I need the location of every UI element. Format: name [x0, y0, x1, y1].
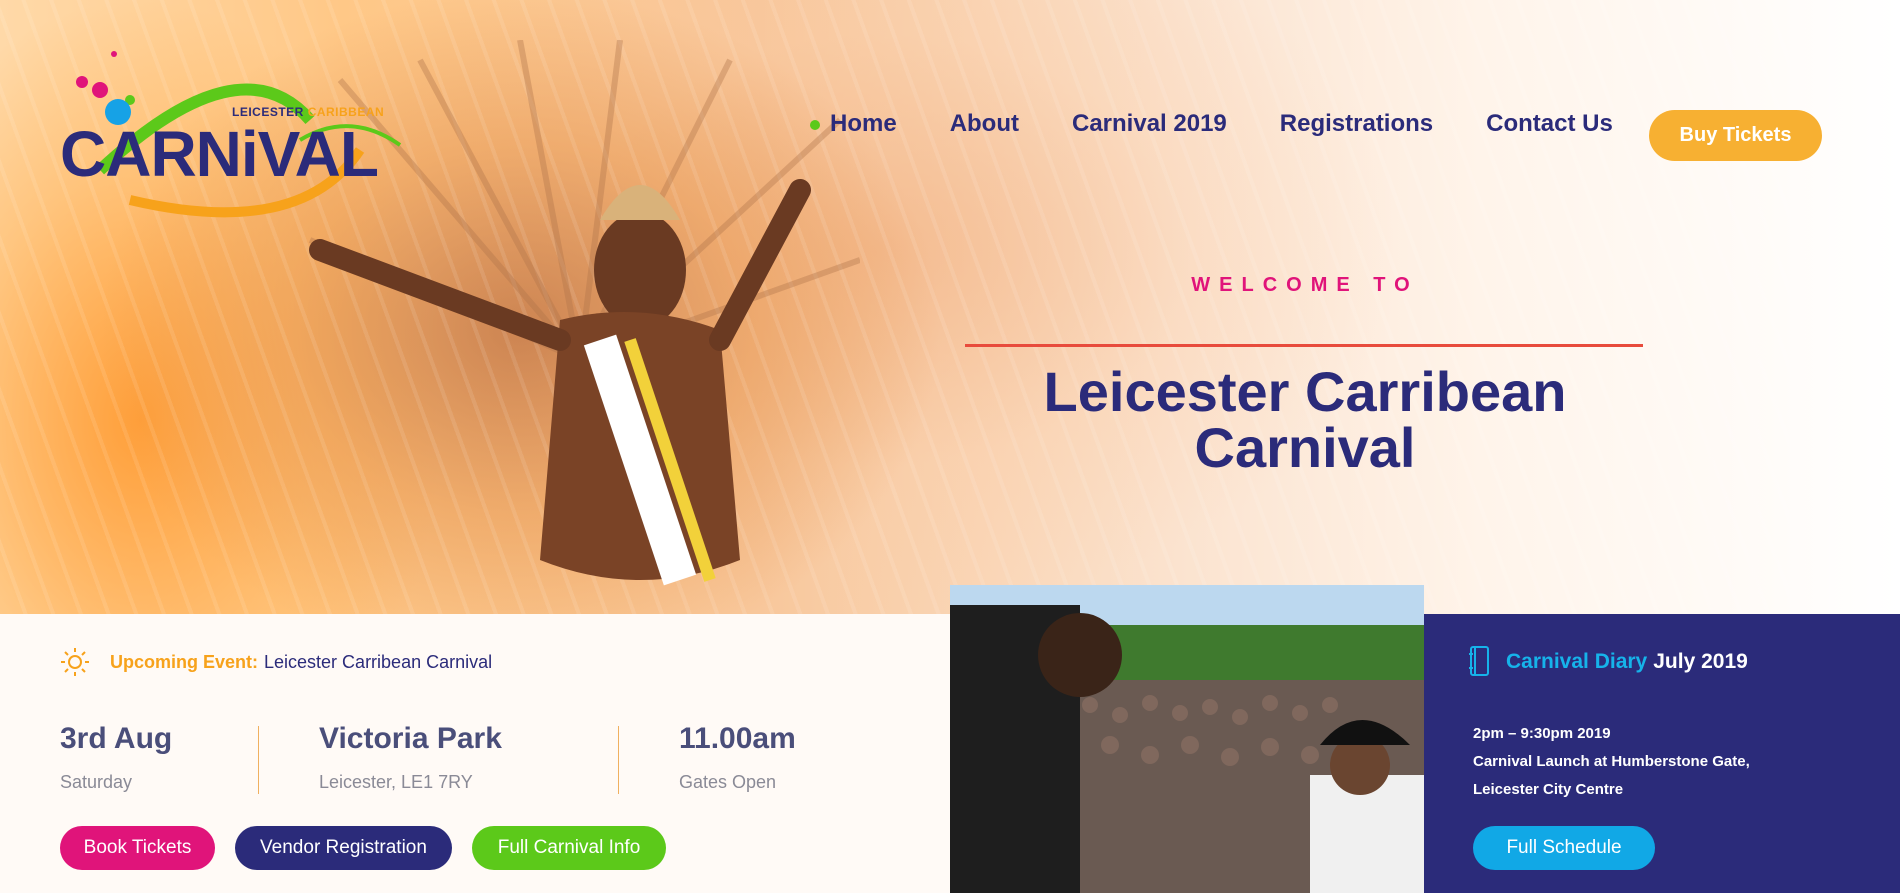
event-venue-value: Victoria Park: [319, 722, 502, 755]
event-day: Saturday: [60, 772, 133, 792]
buy-tickets-button[interactable]: Buy Tickets: [1649, 110, 1822, 161]
diary-label: Carnival Diary: [1506, 650, 1648, 673]
book-icon: [1469, 646, 1489, 676]
event-time-note: Gates Open: [679, 772, 777, 792]
logo-title: CARNiVAL: [60, 118, 379, 190]
stat-divider: [618, 726, 619, 794]
event-date: 3rd Aug Saturday: [60, 722, 172, 793]
upcoming-event: Upcoming Event: Leicester Carribean Carn…: [60, 647, 492, 677]
event-address: Leicester, LE1 7RY: [319, 772, 473, 792]
vendor-registration-button[interactable]: Vendor Registration: [235, 826, 452, 870]
hero-title: Leicester Carribean Carnival: [1000, 364, 1610, 476]
diary-line-2: Leicester City Centre: [1473, 781, 1624, 798]
crowd-photo-image: [950, 585, 1424, 893]
nav-about[interactable]: About: [950, 110, 1019, 138]
welcome-kicker: WELCOME TO: [1191, 274, 1419, 296]
event-venue: Victoria Park Leicester, LE1 7RY: [319, 722, 502, 793]
diary-line-1: Carnival Launch at Humberstone Gate,: [1473, 753, 1750, 770]
carnival-logo[interactable]: LEICESTER CARIBBEAN CARNiVAL: [60, 50, 410, 220]
hero-title-line-2: Carnival: [1194, 416, 1416, 479]
diary-time: 2pm – 9:30pm 2019: [1473, 725, 1611, 742]
nav-registrations[interactable]: Registrations: [1280, 110, 1433, 138]
hero-divider: [965, 344, 1643, 347]
upcoming-label: Upcoming Event:: [110, 651, 259, 672]
logo-word-caribbean: CARIBBEAN: [307, 105, 385, 119]
diary-month: July 2019: [1653, 650, 1748, 673]
upcoming-value: Leicester Carribean Carnival: [264, 651, 493, 672]
event-date-value: 3rd Aug: [60, 722, 173, 755]
main-nav: Home About Carnival 2019 Registrations C…: [810, 110, 1666, 138]
diary-heading: Carnival Diary July 2019: [1468, 646, 1748, 678]
event-time: 11.00am Gates Open: [679, 722, 796, 793]
logo-subtitle: LEICESTER CARIBBEAN: [232, 105, 384, 119]
nav-home[interactable]: Home: [810, 110, 897, 138]
full-carnival-info-button[interactable]: Full Carnival Info: [472, 826, 666, 870]
book-tickets-button[interactable]: Book Tickets: [60, 826, 215, 870]
stat-divider: [258, 726, 259, 794]
hero-title-line-1: Leicester Carribean: [1043, 360, 1567, 423]
full-schedule-button[interactable]: Full Schedule: [1473, 826, 1655, 870]
crowd-photo: [950, 585, 1424, 893]
nav-carnival-2019[interactable]: Carnival 2019: [1072, 110, 1227, 138]
sun-icon: [61, 648, 89, 676]
logo-word-leicester: LEICESTER: [232, 105, 304, 119]
nav-contact-us[interactable]: Contact Us: [1486, 110, 1613, 138]
event-time-value: 11.00am: [679, 722, 796, 755]
